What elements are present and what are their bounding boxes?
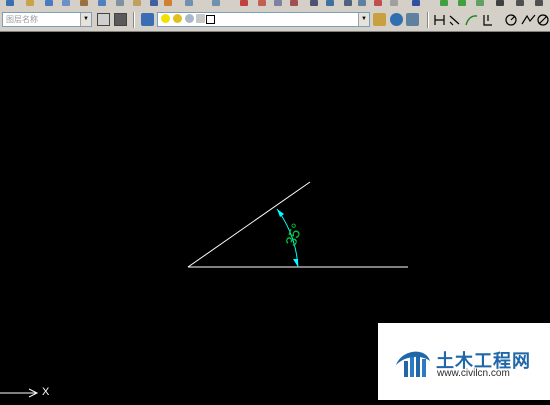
layer-walk-icon[interactable] <box>390 13 403 26</box>
dimension-toolbar <box>434 14 549 26</box>
watermark-url: www.civilcn.com <box>437 368 510 379</box>
dim-radius-icon[interactable] <box>505 14 517 26</box>
publish-icon[interactable] <box>98 0 106 6</box>
pan-icon[interactable] <box>240 0 248 6</box>
dim-linear-icon[interactable] <box>434 15 445 25</box>
dim-jogged-icon[interactable] <box>521 14 536 25</box>
chevron-down-icon[interactable]: ▼ <box>358 13 369 26</box>
toolbar-area: 图层名称 ▼ ▼ <box>0 0 550 32</box>
layer-manager-icon[interactable] <box>114 13 127 26</box>
paste-icon[interactable] <box>150 0 158 6</box>
dimension-text[interactable]: 35° <box>283 221 307 248</box>
preview-icon[interactable] <box>80 0 88 6</box>
dim-aligned-icon[interactable] <box>458 0 466 6</box>
dim-arc-icon[interactable] <box>476 0 484 6</box>
help-icon[interactable] <box>412 0 420 6</box>
ucs-x-label: X <box>42 386 50 398</box>
dim-radius-icon[interactable] <box>516 0 524 6</box>
ucs-icon: X <box>0 386 70 400</box>
layer-previous-icon[interactable] <box>97 13 110 26</box>
dim-ordinate-icon[interactable] <box>483 15 492 26</box>
plot-icon[interactable] <box>62 0 70 6</box>
dim-diameter-icon[interactable] <box>537 14 549 26</box>
sheet-set-icon[interactable] <box>358 0 366 6</box>
properties-icon[interactable] <box>310 0 318 6</box>
dim-linear-icon[interactable] <box>440 0 448 6</box>
arrowhead-top <box>277 209 284 217</box>
toolbar-separator <box>427 12 429 28</box>
zoom-realtime-icon[interactable] <box>258 0 266 6</box>
tool-palettes-icon[interactable] <box>344 0 352 6</box>
layer-properties-icon[interactable] <box>141 13 154 26</box>
design-center-icon[interactable] <box>326 0 334 6</box>
watermark: 土木工程网 www.civilcn.com <box>378 323 550 400</box>
match-properties-icon[interactable] <box>164 0 172 6</box>
calculator-icon[interactable] <box>390 0 398 6</box>
toolbar-separator <box>133 12 135 28</box>
freeze-icon[interactable] <box>185 14 194 23</box>
lock-icon[interactable] <box>196 14 205 23</box>
dim-aligned-icon[interactable] <box>449 15 460 26</box>
color-swatch-icon <box>206 15 215 24</box>
cut-icon[interactable] <box>116 0 124 6</box>
layer-state-combo[interactable]: ▼ <box>157 12 370 27</box>
open-file-icon[interactable] <box>26 0 34 6</box>
civil-logo-icon <box>396 351 430 377</box>
bulb-icon[interactable] <box>161 14 170 23</box>
copy-icon[interactable] <box>133 0 141 6</box>
sun-icon[interactable] <box>173 14 182 23</box>
undo-icon[interactable] <box>185 0 193 6</box>
layers-toolbar: 图层名称 ▼ ▼ <box>0 10 550 30</box>
zoom-window-icon[interactable] <box>274 0 282 6</box>
chevron-down-icon[interactable]: ▼ <box>80 13 91 26</box>
ucs-arrow-icon <box>0 388 39 398</box>
new-file-icon[interactable] <box>6 0 14 6</box>
arrowhead-bottom <box>293 259 298 267</box>
dim-ordinate-icon[interactable] <box>496 0 504 6</box>
markup-icon[interactable] <box>374 0 382 6</box>
layer-combo-text: 图层名称 <box>6 15 38 24</box>
make-current-icon[interactable] <box>373 13 386 26</box>
standard-toolbar <box>0 0 550 9</box>
layer-isolate-icon[interactable] <box>406 13 419 26</box>
layer-combo[interactable]: 图层名称 ▼ <box>2 12 92 27</box>
dim-arc-length-icon[interactable] <box>465 15 478 26</box>
save-icon[interactable] <box>45 0 53 6</box>
zoom-previous-icon[interactable] <box>290 0 298 6</box>
dim-diameter-icon[interactable] <box>535 0 543 6</box>
redo-icon[interactable] <box>212 0 220 6</box>
